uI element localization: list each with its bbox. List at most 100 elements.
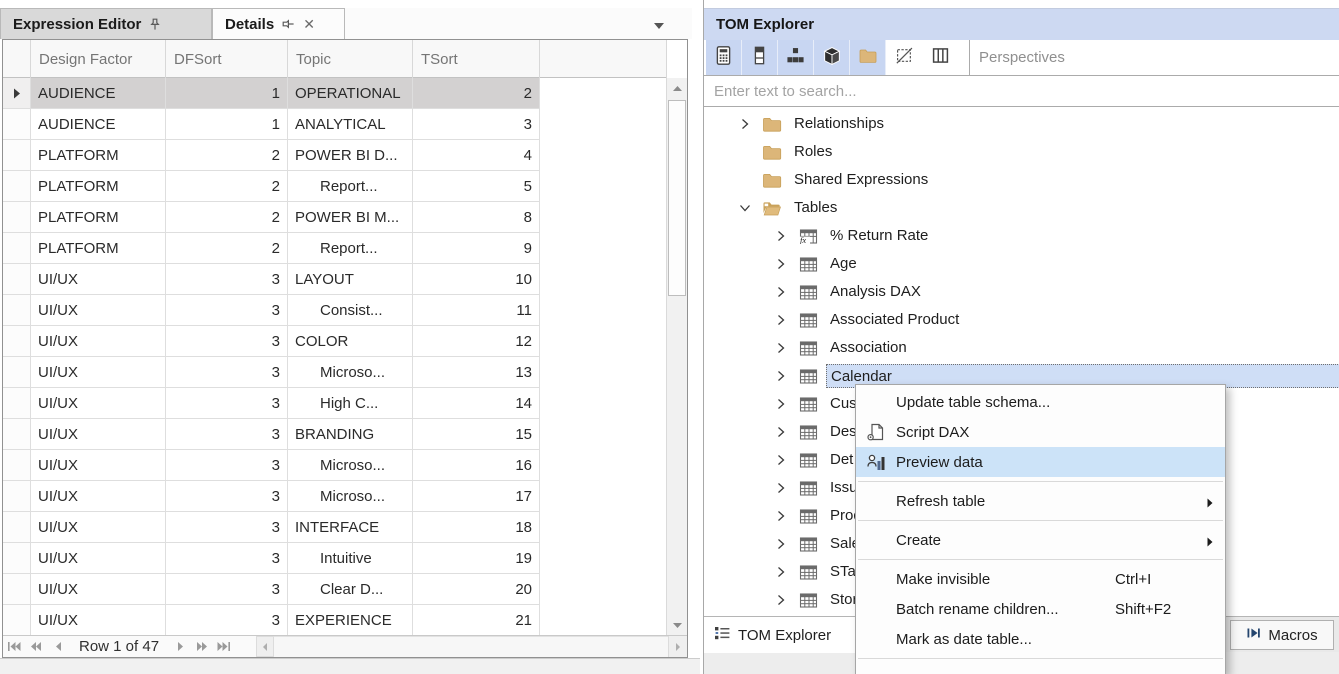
chevron-right-icon[interactable] (774, 510, 787, 522)
tree-item-association[interactable]: Association (704, 334, 1339, 362)
nav-next-icon[interactable] (169, 636, 191, 658)
chevron-right-icon[interactable] (774, 258, 787, 270)
close-icon[interactable]: ✕ (303, 17, 315, 31)
nav-last-icon[interactable] (213, 636, 235, 658)
cell-design_factor: UI/UX (31, 543, 166, 574)
column-header-tsort[interactable]: TSort (413, 40, 540, 78)
chevron-right-icon[interactable] (774, 538, 787, 550)
tree-item-return-rate[interactable]: fx% Return Rate (704, 222, 1339, 250)
cell-design_factor: UI/UX (31, 357, 166, 388)
status-strip-left (0, 658, 700, 674)
table-row[interactable]: PLATFORM2POWER BI D...4 (3, 140, 540, 171)
toolbar-hierarchy-button[interactable] (778, 40, 814, 75)
horizontal-scrollbar-track[interactable] (274, 636, 668, 657)
menu-item-batch-rename-children[interactable]: Batch rename children...Shift+F2 (856, 594, 1225, 624)
cell-dfsort: 2 (166, 140, 288, 171)
chevron-right-icon[interactable] (774, 482, 787, 494)
chevron-right-icon[interactable] (774, 426, 787, 438)
chevron-right-icon[interactable] (738, 118, 751, 130)
tom-explorer-toolbar: Perspectives (704, 40, 1339, 76)
chevron-right-icon[interactable] (774, 230, 787, 242)
table-row[interactable]: UI/UX3INTERFACE18 (3, 512, 540, 543)
table-row[interactable]: UI/UX3Consist...11 (3, 295, 540, 326)
cell-tsort: 15 (413, 419, 540, 450)
toolbar-column-button[interactable] (742, 40, 778, 75)
table-row[interactable]: UI/UX3High C...14 (3, 388, 540, 419)
table-row[interactable]: UI/UX3Microso...16 (3, 450, 540, 481)
chevron-right-icon[interactable] (774, 342, 787, 354)
table-row[interactable]: AUDIENCE1OPERATIONAL2 (3, 78, 540, 109)
column-header-filler[interactable] (540, 40, 667, 78)
chevron-right-icon[interactable] (774, 594, 787, 606)
scroll-up-icon[interactable] (667, 78, 687, 99)
tree-item-analysis-dax[interactable]: Analysis DAX (704, 278, 1339, 306)
table-row[interactable]: PLATFORM2POWER BI M...8 (3, 202, 540, 233)
tree-item-label: Det (826, 448, 857, 472)
column-header-topic[interactable]: Topic (288, 40, 413, 78)
table-row[interactable]: UI/UX3Intuitive19 (3, 543, 540, 574)
table-row[interactable]: UI/UX3Clear D...20 (3, 574, 540, 605)
hscroll-left-icon[interactable] (256, 636, 274, 657)
tree-item-age[interactable]: Age (704, 250, 1339, 278)
menu-item-create[interactable]: Create (856, 525, 1225, 555)
table-row[interactable]: UI/UX3BRANDING15 (3, 419, 540, 450)
grid-vertical-scrollbar[interactable] (666, 78, 687, 636)
toolbar-calculator-button[interactable] (706, 40, 742, 75)
toolbar-folder-button[interactable] (850, 40, 886, 75)
toolbar-hidden-items-button[interactable] (886, 40, 922, 75)
toolbar-cube-button[interactable] (814, 40, 850, 75)
table-row[interactable]: PLATFORM2Report...9 (3, 233, 540, 264)
search-input[interactable] (704, 76, 1339, 107)
cell-dfsort: 1 (166, 78, 288, 109)
calculator-icon (715, 46, 732, 69)
table-row[interactable]: UI/UX3Microso...17 (3, 481, 540, 512)
tree-item-shared-expressions[interactable]: Shared Expressions (704, 166, 1339, 194)
tree-item-associated-product[interactable]: Associated Product (704, 306, 1339, 334)
table-row[interactable]: UI/UX3EXPERIENCE21 (3, 605, 540, 636)
submenu-arrow-icon (1207, 495, 1213, 512)
tab-details[interactable]: Details ✕ (212, 8, 345, 39)
chevron-right-icon[interactable] (774, 566, 787, 578)
chevron-right-icon[interactable] (774, 370, 787, 382)
menu-item-mark-as-date-table[interactable]: Mark as date table... (856, 624, 1225, 654)
column-header-design-factor[interactable]: Design Factor (31, 40, 166, 78)
menu-item-update-table-schema[interactable]: Update table schema... (856, 387, 1225, 417)
menu-item-script-dax[interactable]: Script DAX (856, 417, 1225, 447)
tab-expression-editor[interactable]: Expression Editor (0, 8, 212, 39)
scroll-down-icon[interactable] (667, 615, 687, 636)
chevron-right-icon[interactable] (774, 398, 787, 410)
hscroll-right-icon[interactable] (668, 636, 687, 657)
table-row[interactable]: PLATFORM2Report...5 (3, 171, 540, 202)
macros-button[interactable]: Macros (1230, 620, 1334, 650)
scrollbar-thumb[interactable] (668, 100, 686, 296)
row-indicator-cell (3, 450, 31, 481)
tree-item-tables[interactable]: Tables (704, 194, 1339, 222)
chevron-right-icon[interactable] (774, 286, 787, 298)
nav-prev-icon[interactable] (47, 636, 69, 658)
table-row[interactable]: UI/UX3LAYOUT10 (3, 264, 540, 295)
toolbar-partitions-button[interactable] (922, 40, 958, 75)
tree-item-relationships[interactable]: Relationships (704, 110, 1339, 138)
tree-item-roles[interactable]: Roles (704, 138, 1339, 166)
pin-horizontal-icon[interactable] (282, 18, 295, 30)
nav-prev-page-icon[interactable] (25, 636, 47, 658)
column-header-dfsort[interactable]: DFSort (166, 40, 288, 78)
menu-item-refresh-table[interactable]: Refresh table (856, 486, 1225, 516)
table-row[interactable]: UI/UX3COLOR12 (3, 326, 540, 357)
table-row[interactable]: AUDIENCE1ANALYTICAL3 (3, 109, 540, 140)
chevron-right-icon[interactable] (774, 314, 787, 326)
grid-body: AUDIENCE1OPERATIONAL2AUDIENCE1ANALYTICAL… (3, 78, 667, 636)
menu-item-preview-data[interactable]: Preview data (856, 447, 1225, 477)
table-row[interactable]: UI/UX3Microso...13 (3, 357, 540, 388)
nav-first-icon[interactable] (3, 636, 25, 658)
chevron-down-icon[interactable] (738, 203, 751, 213)
menu-item-make-invisible[interactable]: Make invisibleCtrl+I (856, 564, 1225, 594)
nav-next-page-icon[interactable] (191, 636, 213, 658)
tab-list-dropdown-icon[interactable] (654, 16, 664, 33)
chevron-right-icon[interactable] (774, 454, 787, 466)
cell-design_factor: PLATFORM (31, 171, 166, 202)
perspectives-combobox[interactable]: Perspectives (969, 40, 1339, 75)
pin-icon[interactable] (149, 18, 161, 31)
cell-tsort: 18 (413, 512, 540, 543)
table-icon (798, 340, 818, 356)
